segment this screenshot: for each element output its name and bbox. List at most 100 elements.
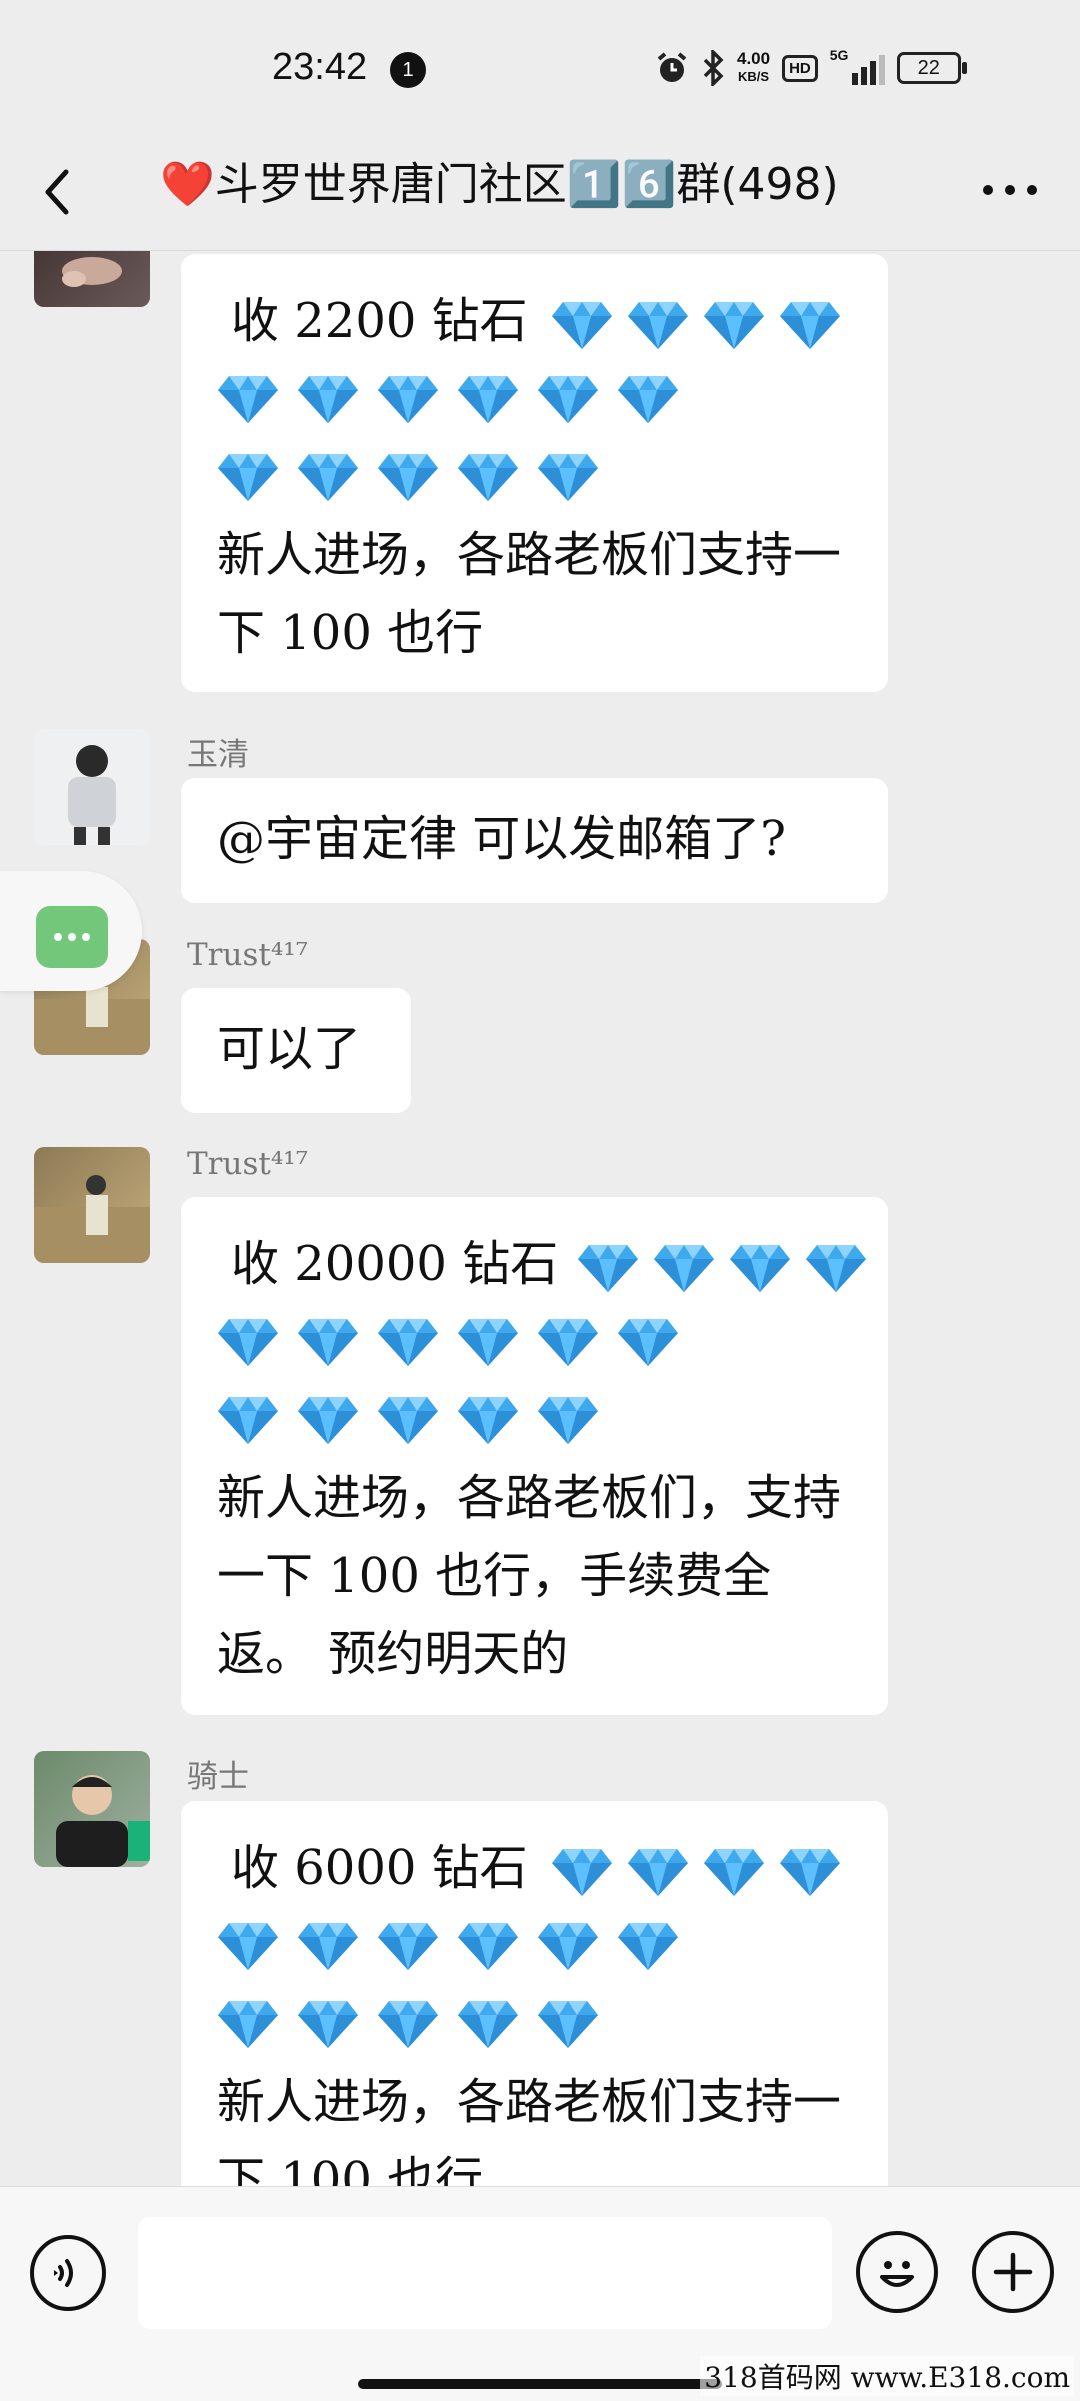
avatar[interactable]	[34, 1751, 150, 1867]
diamond-emoji	[654, 1244, 715, 1292]
avatar[interactable]	[34, 1147, 150, 1263]
diamond-emoji	[458, 1923, 518, 1970]
diamond-emoji-row	[217, 438, 852, 516]
diamond-emoji-row	[217, 1303, 852, 1381]
back-button[interactable]	[30, 150, 100, 230]
message-text: 新人进场，各路老板们支持一下 100 也行	[217, 527, 842, 661]
avatar[interactable]	[34, 251, 150, 307]
message-text: 收 6000 钻石	[217, 1829, 852, 1907]
more-button[interactable]	[970, 155, 1050, 225]
diamond-emoji	[458, 1319, 518, 1366]
message-text: 收 20000 钻石	[217, 1225, 867, 1303]
diamond-emoji	[378, 1923, 438, 1970]
diamond-emoji	[218, 1319, 278, 1366]
chat-header: ❤️斗罗世界唐门社区1️⃣6️⃣群(498)	[0, 130, 1080, 251]
message-input[interactable]	[138, 2217, 832, 2329]
message-text: 新人进场，各路老板们支持一下 100 也行	[217, 2074, 842, 2186]
emoji-button[interactable]	[856, 2231, 938, 2313]
diamond-emoji	[618, 376, 678, 423]
voice-icon	[54, 2259, 73, 2287]
message-bubble[interactable]: 收 2200 钻石 新人进场，各路老板们支持一下 100 也行	[181, 254, 888, 692]
diamond-emoji-row	[217, 1381, 852, 1459]
diamond-emoji	[538, 1397, 598, 1444]
diamond-emoji	[298, 1923, 358, 1970]
message-text: @宇宙定律 可以发邮箱了?	[217, 811, 786, 867]
diamond-emoji	[730, 1244, 791, 1292]
message-list[interactable]: 收 2200 钻石 新人进场，各路老板们支持一下 100 也行 玉清 @宇宙定律…	[0, 251, 1080, 2186]
avatar[interactable]	[34, 729, 150, 845]
message-line: 收 6000 钻石	[231, 1840, 528, 1896]
home-indicator[interactable]	[358, 2379, 722, 2389]
message-bubble[interactable]: 可以了	[181, 988, 411, 1113]
voice-button[interactable]	[30, 2235, 106, 2311]
diamond-emoji	[218, 1923, 278, 1970]
diamond-emoji	[551, 301, 612, 349]
diamond-emoji	[538, 2001, 598, 2048]
diamond-emoji	[218, 376, 278, 423]
message-line: 收 2200 钻石	[231, 293, 528, 349]
diamond-emoji	[703, 301, 764, 349]
hd-badge: HD	[782, 54, 818, 82]
diamond-emoji	[538, 454, 598, 501]
status-time: 23:42	[272, 46, 368, 88]
diamond-emoji-row	[217, 1907, 852, 1985]
message-text: 收 2200 钻石	[217, 282, 852, 360]
diamond-emoji	[627, 1848, 688, 1896]
diamond-emoji	[806, 1244, 867, 1292]
network-type-label: 5G	[829, 47, 849, 63]
bluetooth-icon	[703, 50, 724, 86]
diamond-emoji	[779, 301, 840, 349]
chevron-left-icon	[45, 169, 69, 215]
diamond-emoji	[458, 2001, 518, 2048]
diamond-emoji	[298, 1319, 358, 1366]
floating-app-icon[interactable]	[36, 906, 108, 968]
sender-name: Trust⁴¹⁷	[187, 1146, 309, 1182]
diamond-emoji	[378, 2001, 438, 2048]
diamond-emoji-row	[551, 300, 841, 350]
diamond-emoji	[298, 454, 358, 501]
message-bubble[interactable]: 收 20000 钻石 新人进场，各路老板们，支持一下 100 也行，手续费全返。…	[181, 1197, 888, 1715]
diamond-emoji	[458, 1397, 518, 1444]
diamond-emoji	[551, 1848, 612, 1896]
diamond-emoji	[298, 1397, 358, 1444]
diamond-emoji	[218, 2001, 278, 2048]
diamond-emoji	[458, 454, 518, 501]
sender-name: Trust⁴¹⁷	[187, 937, 309, 973]
status-icons: 4.00 KB/S HD 5G 22	[655, 47, 967, 88]
message-line: 收 20000 钻石	[231, 1236, 559, 1292]
diamond-emoji	[538, 376, 598, 423]
message-text: 可以了	[217, 1021, 362, 1077]
watermark: 318首码网 www.E318.com	[700, 2356, 1074, 2396]
diamond-emoji	[703, 1848, 764, 1896]
notification-count-badge: 1	[390, 52, 426, 88]
diamond-emoji	[618, 1319, 678, 1366]
diamond-emoji	[779, 1848, 840, 1896]
status-bar: 23:42 1 4.00 KB/S HD 5G 22	[0, 0, 1080, 130]
diamond-emoji-row	[551, 1847, 841, 1897]
diamond-emoji-row	[217, 1985, 852, 2063]
diamond-emoji-row	[217, 360, 852, 438]
plus-button[interactable]	[972, 2231, 1054, 2313]
network-speed: 4.00 KB/S	[737, 50, 770, 86]
emoji-icon	[880, 2261, 914, 2287]
message-bubble[interactable]: 收 6000 钻石 新人进场，各路老板们支持一下 100 也行	[181, 1801, 888, 2186]
diamond-emoji	[298, 2001, 358, 2048]
diamond-emoji	[378, 1397, 438, 1444]
diamond-emoji	[578, 1244, 639, 1292]
diamond-emoji	[378, 454, 438, 501]
diamond-emoji	[627, 301, 688, 349]
diamond-emoji	[458, 376, 518, 423]
diamond-emoji	[538, 1923, 598, 1970]
chat-title: ❤️斗罗世界唐门社区1️⃣6️⃣群(498)	[160, 159, 839, 210]
diamond-emoji	[218, 1397, 278, 1444]
diamond-emoji	[538, 1319, 598, 1366]
alarm-icon	[657, 52, 687, 82]
diamond-emoji	[378, 1319, 438, 1366]
battery-indicator: 22	[896, 52, 967, 84]
message-text: 新人进场，各路老板们，支持一下 100 也行，手续费全返。 预约明天的	[217, 1470, 842, 1682]
diamond-emoji	[618, 1923, 678, 1970]
diamond-emoji	[298, 376, 358, 423]
diamond-emoji	[218, 454, 278, 501]
signal-indicator: 5G	[830, 47, 885, 85]
message-bubble[interactable]: @宇宙定律 可以发邮箱了?	[181, 778, 888, 903]
